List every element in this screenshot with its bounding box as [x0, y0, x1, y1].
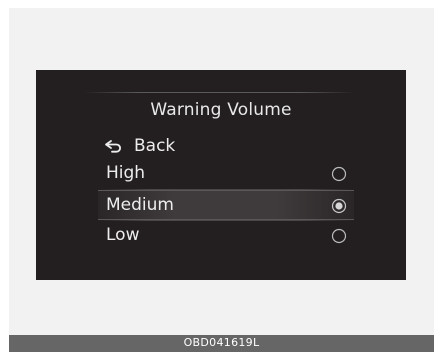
radio-selected-icon [331, 198, 347, 214]
figure-code: OBD041619L [183, 336, 260, 349]
option-low[interactable]: Low [98, 221, 354, 251]
caption-bar: OBD041619L [9, 335, 434, 352]
option-medium[interactable]: Medium [98, 190, 354, 220]
back-arrow-icon [105, 140, 121, 153]
menu-title: Warning Volume [150, 100, 292, 120]
radio-unselected-icon [331, 228, 347, 244]
option-label: High [106, 163, 146, 183]
back-button[interactable]: Back [104, 134, 175, 158]
option-label: Low [106, 225, 140, 245]
radio-unselected-icon [331, 166, 347, 182]
display-screen: Warning Volume Back High Medium Low [36, 70, 406, 280]
option-label: Medium [106, 195, 174, 215]
back-label: Back [134, 136, 176, 156]
option-high[interactable]: High [98, 159, 354, 189]
top-divider [84, 92, 354, 93]
